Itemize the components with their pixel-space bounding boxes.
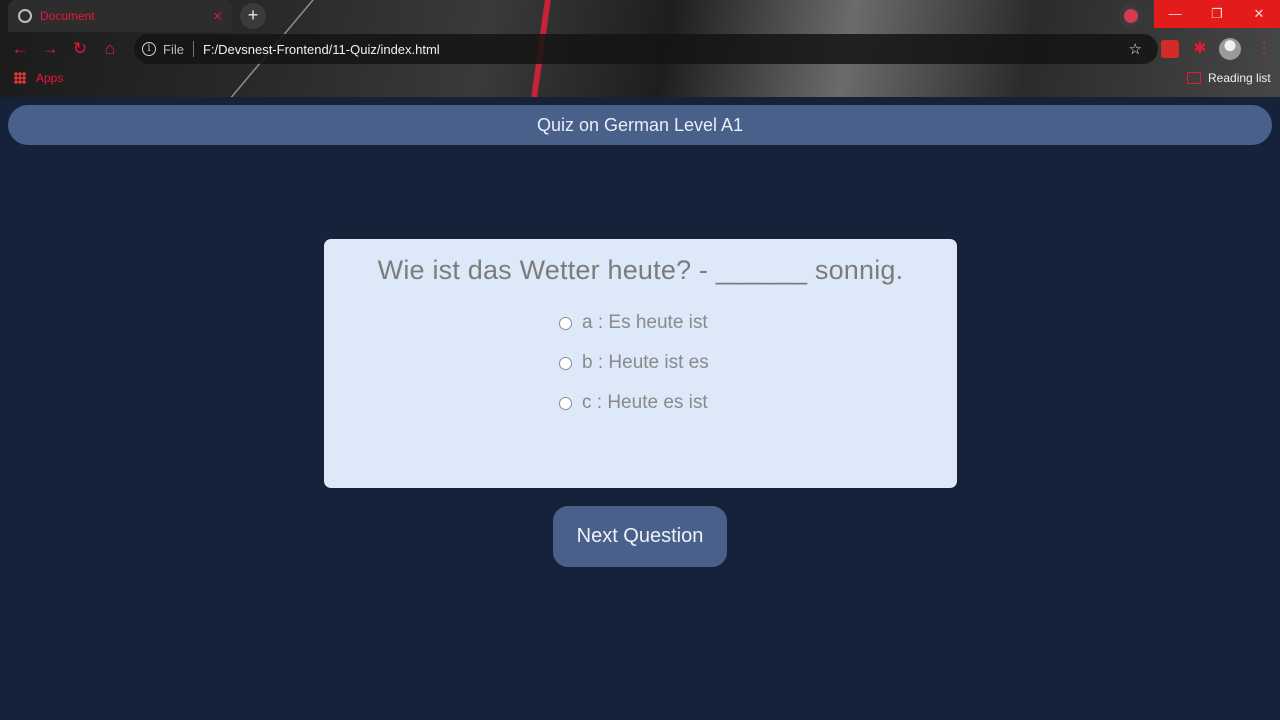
back-icon[interactable]: ←: [8, 37, 32, 61]
chevron-down-icon: [1124, 9, 1138, 23]
url-scheme: File: [163, 41, 184, 57]
pdf-extension-icon[interactable]: [1161, 40, 1179, 58]
tab-strip: Document × + — ❐ ✕: [0, 0, 1280, 32]
tab-title: Document: [40, 9, 95, 23]
option-label: c : Heute es ist: [582, 392, 708, 413]
info-icon[interactable]: i: [142, 42, 156, 56]
browser-toolbar: ← → ↻ ⌂ i File F:/Devsnest-Frontend/11-Q…: [0, 34, 1280, 64]
option-label: a : Es heute ist: [582, 312, 708, 333]
browser-chrome: Document × + — ❐ ✕ ← → ↻ ⌂ i File F:/Dev…: [0, 0, 1280, 97]
new-tab-button[interactable]: +: [240, 3, 266, 29]
globe-icon: [18, 9, 32, 23]
radio-button[interactable]: [559, 356, 572, 370]
answer-option-a[interactable]: a : Es heute ist: [559, 303, 709, 343]
extensions-puzzle-icon[interactable]: ✱: [1191, 40, 1209, 58]
star-icon[interactable]: ☆: [1129, 40, 1142, 58]
reload-icon[interactable]: ↻: [68, 37, 92, 61]
tab-close-icon[interactable]: ×: [213, 9, 222, 24]
reading-list-button[interactable]: Reading list: [1208, 71, 1271, 85]
kebab-menu-icon[interactable]: ⋮: [1256, 38, 1272, 58]
answer-options: a : Es heute ist b : Heute ist es c : He…: [559, 303, 709, 423]
quiz-card: Wie ist das Wetter heute? - ______ sonni…: [324, 239, 957, 488]
minimize-button[interactable]: —: [1154, 0, 1196, 28]
answer-option-b[interactable]: b : Heute ist es: [559, 343, 709, 383]
option-label: b : Heute ist es: [582, 352, 709, 373]
window-controls: — ❐ ✕: [1154, 0, 1280, 28]
question-text: Wie ist das Wetter heute? - ______ sonni…: [377, 255, 904, 285]
restore-button[interactable]: ❐: [1196, 0, 1238, 28]
home-icon[interactable]: ⌂: [98, 37, 122, 61]
radio-button[interactable]: [559, 396, 572, 410]
apps-bookmark[interactable]: Apps: [36, 71, 63, 85]
url-text[interactable]: F:/Devsnest-Frontend/11-Quiz/index.html: [203, 42, 1129, 57]
radio-button[interactable]: [559, 316, 572, 330]
forward-icon[interactable]: →: [38, 37, 62, 61]
address-bar[interactable]: i File F:/Devsnest-Frontend/11-Quiz/inde…: [134, 34, 1158, 64]
page-content: Quiz on German Level A1 Wie ist das Wett…: [0, 97, 1280, 720]
bookmarks-bar: Apps Reading list: [0, 68, 1280, 90]
profile-menu-button[interactable]: [1119, 4, 1143, 28]
divider: [192, 41, 194, 57]
answer-option-c[interactable]: c : Heute es ist: [559, 383, 709, 423]
reading-list-icon[interactable]: [1187, 72, 1201, 84]
avatar[interactable]: [1219, 38, 1241, 60]
apps-grid-icon[interactable]: [14, 72, 26, 84]
next-question-button[interactable]: Next Question: [553, 506, 727, 567]
close-window-button[interactable]: ✕: [1238, 0, 1280, 28]
page-title: Quiz on German Level A1: [8, 105, 1272, 145]
browser-tab[interactable]: Document ×: [8, 0, 232, 32]
